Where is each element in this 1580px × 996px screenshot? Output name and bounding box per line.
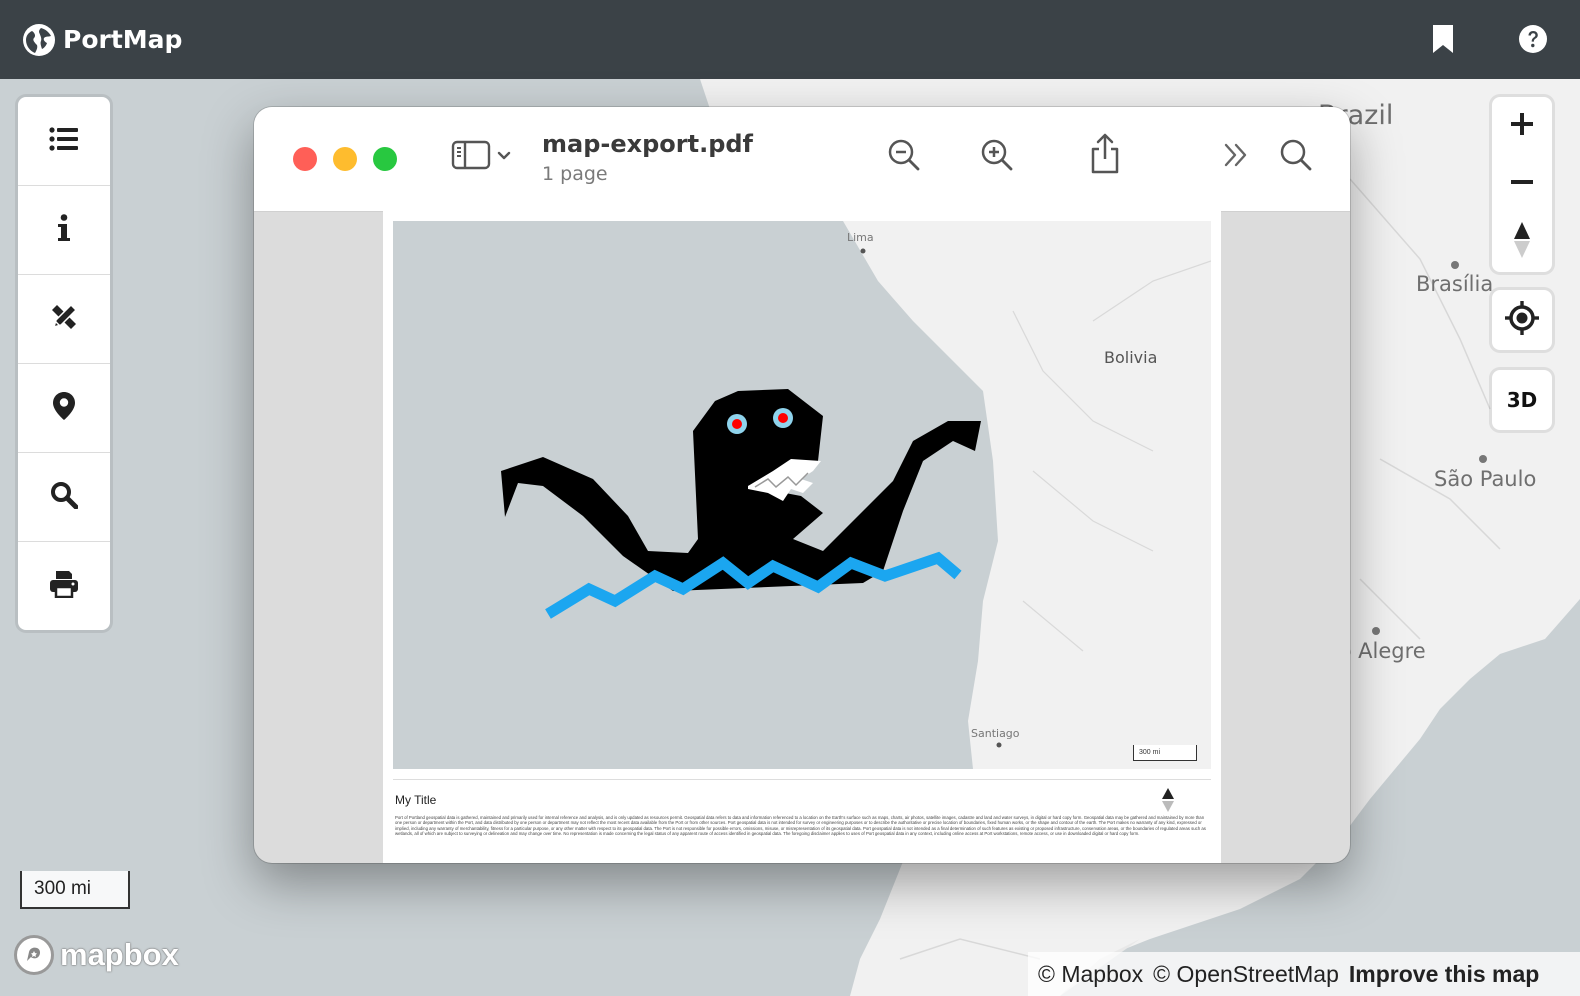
print-button[interactable] [18, 542, 110, 630]
page-disclaimer: Port of Portland geospatial data is gath… [395, 815, 1206, 837]
page-scale-bar: 300 mi [1133, 745, 1197, 761]
pdf-search-tool[interactable] [1276, 137, 1316, 177]
window-minimize-button[interactable] [333, 147, 357, 171]
zoom-in-tool[interactable] [977, 137, 1017, 177]
more-icon [1221, 140, 1251, 174]
pencil-ruler-icon [49, 302, 79, 336]
pdf-file-name: map-export.pdf [542, 130, 753, 158]
zoom-controls [1492, 97, 1552, 272]
bookmark-icon[interactable] [1426, 22, 1460, 56]
app-title: PortMap [63, 25, 183, 54]
brand[interactable]: PortMap [23, 23, 183, 56]
app-header: PortMap [0, 0, 1580, 79]
map-attribution: © Mapbox © OpenStreetMap Improve this ma… [1028, 952, 1580, 996]
draw-button[interactable] [18, 275, 110, 364]
info-button[interactable] [18, 186, 110, 275]
compass-icon [1512, 221, 1532, 263]
3d-toggle-button[interactable]: 3D [1492, 370, 1552, 430]
page-map-drawing [393, 221, 1211, 769]
share-icon [1088, 133, 1122, 179]
list-icon [49, 127, 79, 155]
page-map-title: My Title [395, 793, 437, 807]
mapbox-logo[interactable]: mapbox [14, 935, 179, 975]
print-icon [49, 570, 79, 602]
globe-icon [23, 23, 55, 56]
improve-map-link[interactable]: Improve this map [1349, 961, 1539, 988]
more-tools-button[interactable] [1216, 137, 1256, 177]
sidebar-toggle-button[interactable] [446, 137, 518, 177]
map-scale-bar: 300 mi [20, 871, 130, 909]
map-marker-icon [52, 391, 76, 425]
zoom-out-tool[interactable] [884, 137, 924, 177]
zoom-out-icon [887, 138, 921, 176]
sidebar-icon [450, 139, 514, 175]
3d-label: 3D [1506, 388, 1538, 412]
pdf-page[interactable]: Lima Bolivia Santiago 300 mi My Title Po… [383, 211, 1221, 863]
page-map-label-bolivia: Bolivia [1104, 348, 1158, 367]
page-divider [393, 779, 1211, 780]
search-button[interactable] [18, 453, 110, 542]
zoom-in-icon [980, 138, 1014, 176]
page-map-label-lima: Lima [847, 231, 874, 244]
search-icon [50, 481, 79, 513]
locate-icon [1504, 300, 1540, 340]
minus-icon [1510, 170, 1534, 198]
pdf-toolbar: map-export.pdf 1 page [254, 107, 1350, 212]
reset-north-button[interactable] [1492, 213, 1552, 271]
map-label-brasilia: Brasília [1416, 272, 1494, 296]
left-toolbar [18, 97, 110, 630]
attribution-osm[interactable]: © OpenStreetMap [1153, 961, 1339, 988]
plus-icon [1510, 112, 1534, 140]
mapbox-wordmark: mapbox [60, 937, 179, 972]
info-icon [57, 214, 71, 246]
geolocate-button[interactable] [1492, 290, 1552, 350]
window-close-button[interactable] [293, 147, 317, 171]
pdf-viewer-window: map-export.pdf 1 page Lima Bolivia Santi… [254, 107, 1350, 863]
mapbox-logo-icon [14, 935, 54, 975]
zoom-in-button[interactable] [1492, 97, 1552, 155]
marker-button[interactable] [18, 364, 110, 453]
page-map-label-santiago: Santiago [971, 727, 1020, 740]
window-zoom-button[interactable] [373, 147, 397, 171]
share-tool[interactable] [1085, 133, 1125, 179]
page-map-image: Lima Bolivia Santiago 300 mi [393, 221, 1211, 769]
search-icon [1279, 138, 1313, 176]
pdf-page-count: 1 page [542, 163, 608, 185]
layers-list-button[interactable] [18, 97, 110, 186]
map-label-sao-paulo: São Paulo [1434, 467, 1537, 491]
help-icon[interactable] [1516, 22, 1550, 56]
north-arrow-icon [1161, 787, 1175, 817]
attribution-mapbox[interactable]: © Mapbox [1038, 961, 1143, 988]
zoom-out-button[interactable] [1492, 155, 1552, 213]
